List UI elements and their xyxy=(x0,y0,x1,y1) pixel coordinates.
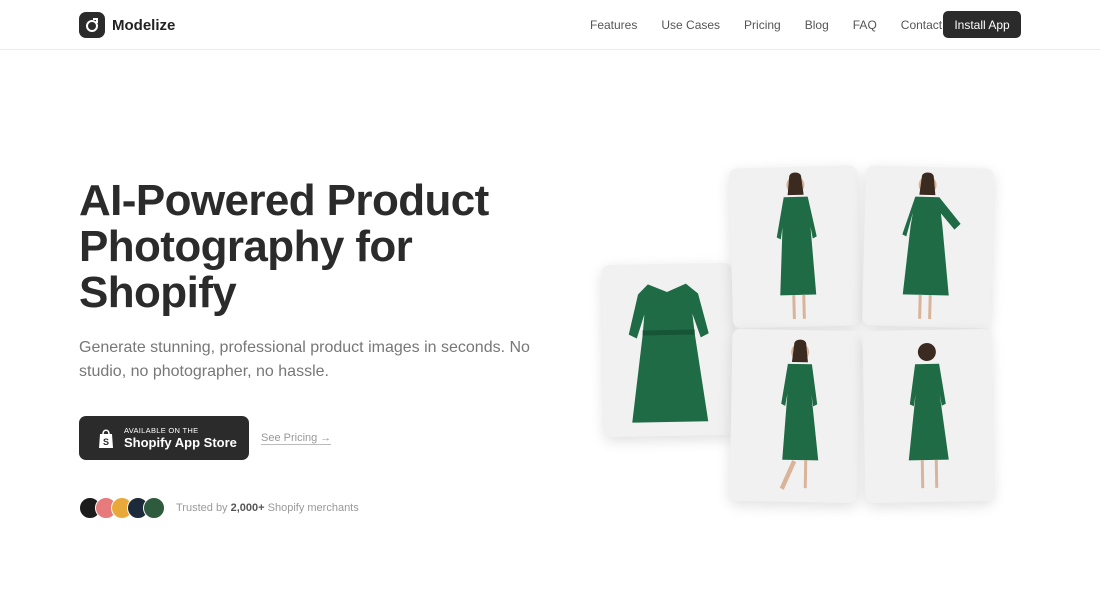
svg-text:S: S xyxy=(103,437,109,447)
brand-name: Modelize xyxy=(112,16,176,34)
model-photo-card-back xyxy=(862,328,994,504)
shopify-app-store-button[interactable]: S AVAILABLE ON THE Shopify App Store xyxy=(79,416,249,460)
brand-logo[interactable]: Modelize xyxy=(79,12,175,38)
merchant-avatar xyxy=(143,497,165,519)
nav-link-use-cases[interactable]: Use Cases xyxy=(661,18,720,32)
store-button-caption: AVAILABLE ON THE xyxy=(124,426,199,435)
nav-link-blog[interactable]: Blog xyxy=(805,18,829,32)
trust-text: Trusted by 2,000+ Shopify merchants xyxy=(176,502,359,514)
dress-flatlay-image xyxy=(628,283,709,423)
trust-row: Trusted by 2,000+ Shopify merchants xyxy=(79,497,359,519)
model-photo-card-side xyxy=(729,328,861,504)
trust-suffix: Shopify merchants xyxy=(267,502,359,514)
trust-prefix: Trusted by xyxy=(176,502,228,514)
nav-link-pricing[interactable]: Pricing xyxy=(744,18,781,32)
product-flatlay-card xyxy=(601,262,735,438)
model-front-image xyxy=(776,172,817,320)
shopify-bag-icon: S xyxy=(99,429,113,448)
model-photo-card-front xyxy=(728,165,862,329)
store-button-text: AVAILABLE ON THE Shopify App Store xyxy=(124,426,237,450)
trust-count: 2,000+ xyxy=(230,502,265,514)
store-button-label: Shopify App Store xyxy=(124,435,237,450)
nav-link-faq[interactable]: FAQ xyxy=(853,18,877,32)
logo-icon xyxy=(79,12,105,38)
nav-links: Features Use Cases Pricing Blog FAQ Cont… xyxy=(590,18,966,32)
model-side-image xyxy=(779,339,819,490)
merchant-avatars xyxy=(79,497,165,519)
install-app-button[interactable]: Install App xyxy=(943,11,1021,38)
model-back-image xyxy=(908,343,949,489)
nav-link-features[interactable]: Features xyxy=(590,18,637,32)
see-pricing-link[interactable]: See Pricing → xyxy=(261,432,332,445)
nav-link-contact[interactable]: Contact xyxy=(901,18,942,32)
top-navbar: Modelize Features Use Cases Pricing Blog… xyxy=(0,0,1100,50)
hero-subtitle: Generate stunning, professional product … xyxy=(79,339,530,380)
model-pose-image xyxy=(902,172,961,320)
hero-title: AI-Powered Product Photography for Shopi… xyxy=(79,176,489,317)
model-photo-card-pose xyxy=(861,165,995,329)
